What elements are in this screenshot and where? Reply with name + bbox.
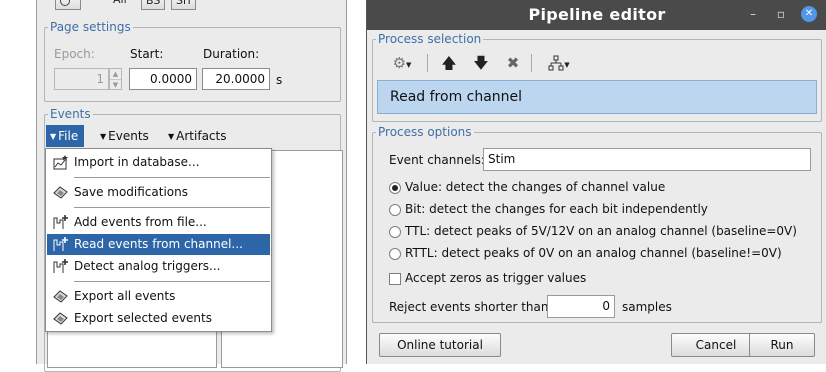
import-database-icon [53, 155, 68, 170]
caret-down-icon: ▼ [100, 132, 107, 141]
file-dropdown-menu: Import in database... Save modifications… [45, 148, 272, 332]
caret-down-icon: ▼ [564, 61, 570, 69]
menu-item-label: Add events from file... [74, 215, 207, 229]
gear-icon: ⚙ [392, 54, 407, 72]
reject-duration-field[interactable]: 0 [547, 295, 615, 318]
epoch-spinner[interactable]: ▲ ▼ [109, 68, 122, 90]
events-menu-label: Events [108, 129, 149, 143]
accept-zeros-label: Accept zeros as trigger values [405, 271, 587, 285]
radio-button[interactable] [389, 204, 401, 216]
minimize-icon[interactable]: – [745, 6, 761, 22]
pipeline-editor-window: Pipeline editor – ▫ ✕ Process selection … [366, 0, 826, 364]
delete-icon: ✖ [506, 54, 520, 72]
online-tutorial-button[interactable]: Online tutorial [379, 333, 501, 357]
arrow-down-icon: 🡇 [473, 54, 489, 72]
cancel-button[interactable]: Cancel [671, 333, 761, 357]
bst-button[interactable]: BS [141, 0, 166, 10]
artifacts-menu[interactable]: ▼ Artifacts [164, 125, 232, 147]
menu-item-label: Read events from channel... [74, 237, 243, 251]
maximize-icon[interactable]: ▫ [773, 6, 789, 22]
export-selected-icon [53, 312, 68, 325]
menu-separator [74, 207, 270, 208]
events-menu[interactable]: ▼ Events [96, 125, 155, 147]
menu-item-export-all-events[interactable]: Export all events [47, 286, 270, 307]
menu-separator [74, 281, 270, 282]
toolbar-separator [531, 54, 532, 72]
file-menu[interactable]: ▼ File [46, 125, 85, 147]
menu-item-label: Save modifications [74, 185, 188, 199]
all-channels-button[interactable]: All [109, 0, 131, 10]
menu-separator [74, 177, 270, 178]
menu-item-read-events-from-channel[interactable]: Read events from channel... [47, 234, 270, 255]
event-channels-label: Event channels: [389, 153, 485, 167]
menu-item-save-modifications[interactable]: Save modifications [47, 182, 270, 203]
move-down-button[interactable]: 🡇 [471, 52, 491, 74]
save-icon [53, 186, 68, 199]
delete-button[interactable]: ✖ [503, 52, 523, 74]
menu-item-detect-analog-triggers[interactable]: Detect analog triggers... [47, 256, 270, 277]
duration-unit: s [276, 73, 283, 87]
process-options-legend: Process options [378, 125, 472, 139]
caret-down-icon: ▼ [406, 61, 412, 69]
menu-item-export-selected-events[interactable]: Export selected events [47, 308, 270, 329]
spin-up-icon[interactable]: ▲ [110, 69, 121, 79]
duration-label: Duration: [203, 47, 260, 61]
epoch-label: Epoch: [54, 47, 95, 61]
events-legend: Events [50, 107, 91, 121]
gear-menu-button[interactable]: ⚙▼ [387, 52, 419, 74]
pipeline-menu-button[interactable]: ▼ [543, 52, 577, 74]
add-events-icon [53, 215, 68, 229]
menu-item-label: Export selected events [74, 311, 212, 325]
radio-label: Value: detect the changes of channel val… [405, 180, 666, 194]
srf-button[interactable]: Srf [171, 0, 197, 10]
reject-events-label: Reject events shorter than: [389, 300, 553, 314]
start-field[interactable]: 0.0000 [129, 68, 197, 90]
read-channel-icon [53, 237, 68, 251]
detect-triggers-icon [53, 259, 68, 273]
menu-item-label: Export all events [74, 289, 176, 303]
artifacts-menu-label: Artifacts [176, 129, 227, 143]
reject-unit-label: samples [622, 300, 672, 314]
toolbar-separator [427, 54, 428, 72]
run-button[interactable]: Run [749, 333, 815, 357]
menu-item-label: Detect analog triggers... [74, 259, 221, 273]
accept-zeros-checkbox[interactable] [389, 273, 401, 285]
radio-button[interactable] [389, 182, 401, 194]
arrow-up-icon: 🡅 [441, 54, 457, 72]
file-menu-label: File [58, 129, 79, 143]
start-label: Start: [130, 47, 164, 61]
epoch-field[interactable]: 1 [54, 68, 109, 90]
menu-item-import-in-database[interactable]: Import in database... [47, 152, 270, 173]
radio-label: TTL: detect peaks of 5V/12V on an analog… [405, 224, 797, 238]
close-icon[interactable]: ✕ [801, 6, 817, 22]
spin-down-icon[interactable]: ▼ [110, 79, 121, 89]
radio-button[interactable] [389, 248, 401, 260]
circle-icon [60, 0, 70, 6]
process-selection-legend: Process selection [378, 32, 482, 46]
move-up-button[interactable]: 🡅 [439, 52, 459, 74]
radio-label: Bit: detect the changes for each bit ind… [405, 202, 708, 216]
process-list-item[interactable]: Read from channel [377, 80, 817, 114]
event-channels-field[interactable]: Stim [483, 148, 811, 171]
top-toolbar-strip: All BS Srf [37, 0, 227, 12]
page-settings-legend: Page settings [50, 20, 131, 34]
export-icon [53, 290, 68, 303]
pipeline-tree-icon [548, 55, 564, 71]
radio-button[interactable] [389, 226, 401, 238]
caret-down-icon: ▼ [50, 132, 57, 141]
menu-item-add-events-from-file[interactable]: Add events from file... [47, 212, 270, 233]
duration-field[interactable]: 20.0000 [202, 68, 270, 90]
montage-button[interactable] [55, 0, 81, 10]
menu-item-label: Import in database... [74, 155, 200, 169]
caret-down-icon: ▼ [168, 132, 175, 141]
radio-label: RTTL: detect peaks of 0V on an analog ch… [405, 246, 782, 260]
